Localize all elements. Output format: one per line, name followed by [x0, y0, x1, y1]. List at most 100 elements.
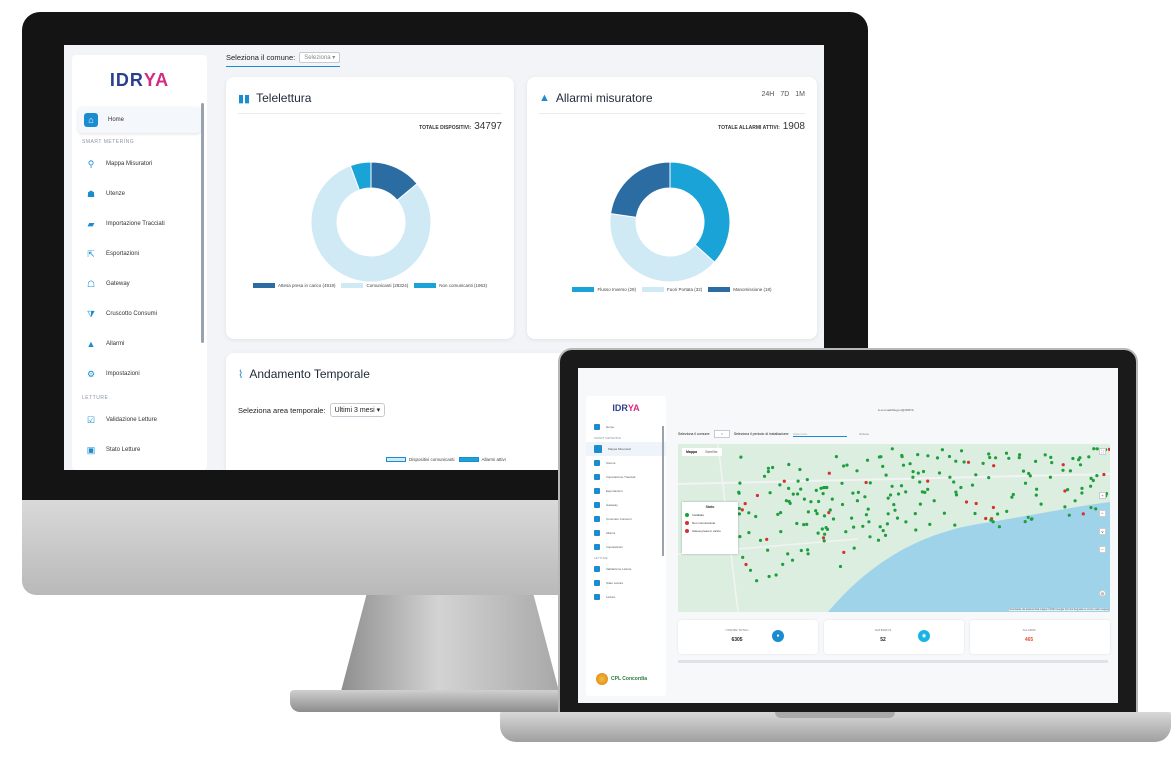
sidebar-item-esportazioni[interactable]: ⇱ Esportazioni — [72, 239, 207, 269]
meter-marker[interactable] — [953, 523, 957, 527]
meter-marker[interactable] — [755, 493, 759, 498]
meter-marker[interactable] — [737, 506, 741, 511]
idrya-logo[interactable]: IDR YA — [72, 55, 207, 105]
meter-marker[interactable] — [884, 473, 888, 477]
sidebar-item-gateway[interactable]: Gateway — [586, 498, 666, 512]
tab-satellite[interactable]: Satellite — [701, 448, 721, 456]
idrya-logo-small[interactable]: IDR YA — [586, 396, 666, 420]
meter-marker[interactable] — [821, 536, 826, 540]
meter-marker[interactable] — [1107, 447, 1110, 451]
meter-marker[interactable] — [896, 492, 901, 496]
meter-marker[interactable] — [1021, 469, 1026, 473]
meter-marker[interactable] — [1026, 515, 1030, 519]
meter-marker[interactable] — [861, 524, 865, 528]
meter-marker[interactable] — [744, 562, 748, 567]
meter-marker[interactable] — [921, 469, 926, 474]
meter-marker[interactable] — [984, 516, 988, 521]
meter-marker[interactable] — [1018, 453, 1022, 457]
meter-marker[interactable] — [852, 546, 856, 550]
meter-marker[interactable] — [805, 522, 809, 526]
sidebar-item-validazione-letture[interactable]: Validazione Letture — [586, 562, 666, 576]
meter-marker[interactable] — [959, 449, 964, 453]
meter-marker[interactable] — [1092, 447, 1096, 451]
meter-marker[interactable] — [840, 481, 844, 485]
meter-marker[interactable] — [817, 499, 821, 504]
legend-item[interactable]: Fuori Portata (32) — [641, 287, 702, 293]
meter-marker[interactable] — [926, 487, 930, 491]
meter-marker[interactable] — [799, 548, 803, 553]
meter-marker[interactable] — [842, 464, 846, 468]
meter-marker[interactable] — [954, 459, 958, 463]
meter-marker[interactable] — [737, 512, 741, 516]
meter-marker[interactable] — [786, 552, 790, 556]
meter-marker[interactable] — [996, 512, 1000, 516]
meter-marker[interactable] — [1080, 491, 1084, 495]
meter-marker[interactable] — [754, 514, 758, 519]
meter-marker[interactable] — [901, 463, 906, 467]
meter-marker[interactable] — [994, 456, 998, 460]
meter-marker[interactable] — [784, 499, 788, 503]
sidebar-item-impostazioni[interactable]: ⚙ Impostazioni — [72, 359, 207, 389]
meter-marker[interactable] — [779, 511, 783, 515]
date-start-input[interactable]: Data inizio — [793, 432, 848, 437]
meter-marker[interactable] — [964, 500, 969, 504]
tab-map[interactable]: Mappa — [682, 448, 701, 456]
meter-marker[interactable] — [805, 478, 809, 482]
meter-marker[interactable] — [916, 471, 920, 475]
meter-marker[interactable] — [795, 521, 799, 526]
meter-marker[interactable] — [892, 503, 896, 507]
donut-slice[interactable] — [609, 213, 716, 283]
comune-select[interactable]: ▾ — [714, 430, 730, 438]
legend-item[interactable]: Non comunicanti (1963) — [414, 283, 487, 289]
meter-marker[interactable] — [1028, 474, 1032, 478]
legend-item[interactable]: Dispositivi comunicanti — [386, 457, 455, 463]
fullscreen-icon[interactable]: ⛶ — [1099, 448, 1106, 455]
meter-marker[interactable] — [747, 531, 751, 535]
legend-item[interactable]: Allarmi attivi — [458, 457, 506, 463]
meter-marker[interactable] — [866, 507, 870, 511]
sidebar-item-letture[interactable]: Letture — [586, 590, 666, 604]
meter-marker[interactable] — [913, 512, 917, 516]
meter-marker[interactable] — [1068, 469, 1072, 473]
meter-marker[interactable] — [799, 487, 803, 491]
meter-marker[interactable] — [741, 555, 745, 559]
meter-marker[interactable] — [776, 512, 780, 516]
meter-marker[interactable] — [959, 485, 963, 490]
meter-marker[interactable] — [740, 508, 744, 512]
range-7d-button[interactable]: 7D — [780, 91, 789, 98]
meter-marker[interactable] — [828, 508, 832, 512]
meter-marker[interactable] — [840, 502, 845, 507]
meter-marker[interactable] — [774, 573, 778, 577]
meter-marker[interactable] — [989, 518, 993, 522]
meter-marker[interactable] — [881, 464, 885, 468]
meter-marker[interactable] — [787, 499, 791, 504]
meter-marker[interactable] — [1089, 476, 1093, 480]
meter-marker[interactable] — [844, 530, 848, 534]
meter-marker[interactable] — [974, 473, 978, 477]
meter-marker[interactable] — [893, 508, 897, 512]
meter-marker[interactable] — [973, 511, 977, 516]
pan-down-icon[interactable]: v — [1099, 528, 1106, 535]
meter-marker[interactable] — [755, 579, 759, 583]
sidebar-item-mappa-misuratori[interactable]: ⚲ Mappa Misuratori — [72, 149, 207, 179]
meter-marker[interactable] — [926, 454, 930, 458]
meter-marker[interactable] — [916, 453, 920, 457]
meter-marker[interactable] — [991, 505, 995, 510]
meter-marker[interactable] — [1071, 456, 1075, 461]
meter-marker[interactable] — [895, 516, 900, 520]
meter-marker[interactable] — [864, 480, 868, 485]
meter-marker[interactable] — [748, 568, 753, 572]
meter-marker[interactable] — [806, 548, 810, 552]
meter-marker[interactable] — [845, 463, 849, 467]
sidebar-item-allarmi[interactable]: Allarmi — [586, 526, 666, 540]
sidebar-item-importazione[interactable]: Importazione Tracciati — [586, 470, 666, 484]
meter-marker[interactable] — [1102, 472, 1106, 477]
meter-marker[interactable] — [831, 517, 836, 521]
meter-marker[interactable] — [1094, 507, 1098, 511]
meter-marker[interactable] — [911, 470, 915, 474]
locate-icon[interactable]: ◎ — [1099, 590, 1106, 597]
sidebar-item-gateway[interactable]: ☖ Gateway — [72, 269, 207, 299]
meter-marker[interactable] — [814, 509, 818, 513]
meter-marker[interactable] — [1089, 484, 1093, 488]
meter-marker[interactable] — [737, 491, 741, 495]
